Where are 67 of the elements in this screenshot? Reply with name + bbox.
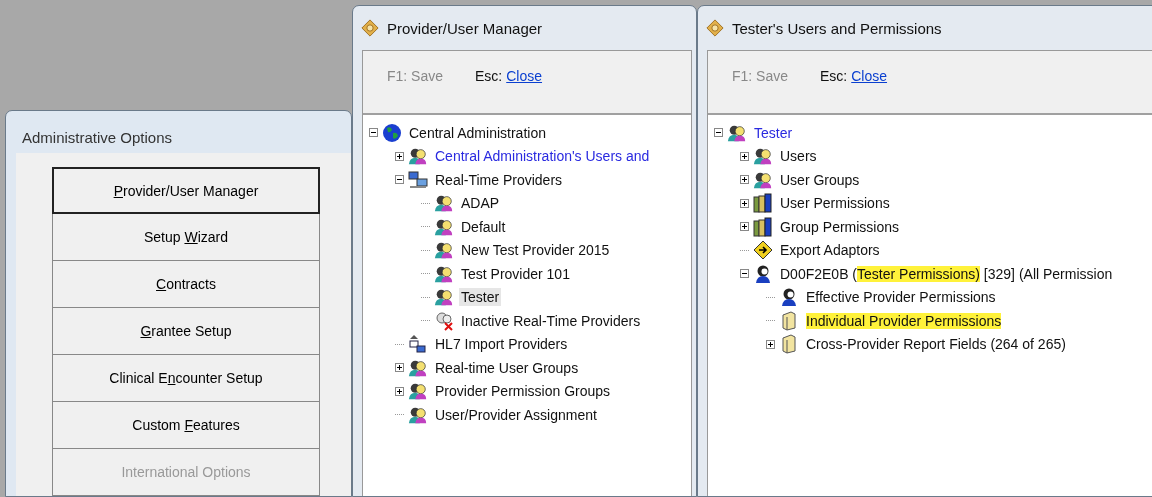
option-button[interactable]: Grantee Setup	[52, 308, 320, 355]
app-icon	[706, 19, 724, 37]
tree-item[interactable]: Individual Provider Permissions	[804, 311, 1004, 330]
expander-icon[interactable]	[395, 151, 404, 161]
tree-item[interactable]: User Permissions	[778, 194, 892, 213]
people-icon	[753, 146, 773, 167]
option-button[interactable]: Clinical Encounter Setup	[52, 355, 320, 402]
tree-item[interactable]: Users	[778, 147, 819, 166]
inactive-people-icon	[434, 310, 454, 331]
window-title: Provider/User Manager	[387, 19, 543, 37]
tree-item[interactable]: Provider Permission Groups	[433, 382, 613, 401]
arrow-sign-icon	[753, 240, 773, 261]
tree-item[interactable]: Real-time User Groups	[433, 358, 581, 377]
expander-icon[interactable]	[740, 269, 749, 279]
tree-item[interactable]: HL7 Import Providers	[433, 335, 570, 354]
people-icon	[408, 146, 428, 167]
tree-item[interactable]: Central Administration's Users and	[433, 147, 652, 166]
tree-item[interactable]: User Groups	[778, 170, 862, 189]
expander-icon[interactable]	[740, 198, 749, 208]
expander-icon[interactable]	[766, 339, 775, 349]
tree-item[interactable]: Export Adaptors	[778, 241, 882, 260]
expander-icon[interactable]	[369, 128, 378, 138]
option-button[interactable]: Provider/User Manager	[52, 167, 320, 214]
book-icon	[779, 334, 799, 355]
option-button[interactable]: Custom Features	[52, 402, 320, 449]
window-title: Administrative Options	[21, 128, 174, 148]
option-button[interactable]: Contracts	[52, 261, 320, 308]
import-icon	[408, 334, 428, 355]
books-icon	[753, 193, 773, 214]
book-icon	[779, 310, 799, 331]
tree-item[interactable]: User/Provider Assignment	[433, 405, 599, 424]
person-icon	[753, 263, 773, 284]
close-link[interactable]: Close	[851, 68, 888, 84]
books-icon	[753, 216, 773, 237]
tree-item[interactable]: New Test Provider 2015	[459, 241, 612, 260]
expander-icon[interactable]	[740, 151, 749, 161]
tree-item[interactable]: Central Administration	[407, 123, 548, 142]
tree-item[interactable]: Real-Time Providers	[433, 170, 565, 189]
expander-icon[interactable]	[395, 386, 404, 396]
app-icon	[361, 19, 379, 37]
tree-item[interactable]: D00F2E0B (Tester Permissions) [329] (All Permission	[778, 264, 1115, 283]
people-icon	[434, 287, 454, 308]
people-icon	[408, 381, 428, 402]
expander-icon[interactable]	[740, 222, 749, 232]
tree-item[interactable]: Test Provider 101	[459, 264, 572, 283]
tree-item[interactable]: Cross-Provider Report Fields (264 of 265)	[804, 335, 1068, 354]
expander-icon[interactable]	[395, 363, 404, 373]
person-icon	[779, 287, 799, 308]
tree-item[interactable]: Tester	[459, 288, 502, 307]
window-title: Tester's Users and Permissions	[732, 19, 942, 37]
tree-item[interactable]: Tester	[752, 123, 795, 142]
expander-icon[interactable]	[395, 175, 404, 185]
tree-item[interactable]: Inactive Real-Time Providers	[459, 311, 643, 330]
computer-icon	[408, 169, 428, 190]
people-icon	[434, 240, 454, 261]
option-button[interactable]: Setup Wizard	[52, 214, 320, 261]
expander-icon[interactable]	[740, 175, 749, 185]
shortcut-key-label: Esc:	[475, 68, 503, 84]
people-icon	[434, 193, 454, 214]
tree-item[interactable]: Default	[459, 217, 508, 236]
tree-item[interactable]: Group Permissions	[778, 217, 902, 236]
globe-icon	[382, 122, 402, 143]
tree-item[interactable]: Effective Provider Permissions	[804, 288, 998, 307]
tree-item[interactable]: ADAP	[459, 194, 502, 213]
close-link[interactable]: Close	[506, 68, 543, 84]
expander-icon[interactable]	[714, 128, 723, 138]
shortcut-key-label: Esc:	[820, 68, 848, 84]
